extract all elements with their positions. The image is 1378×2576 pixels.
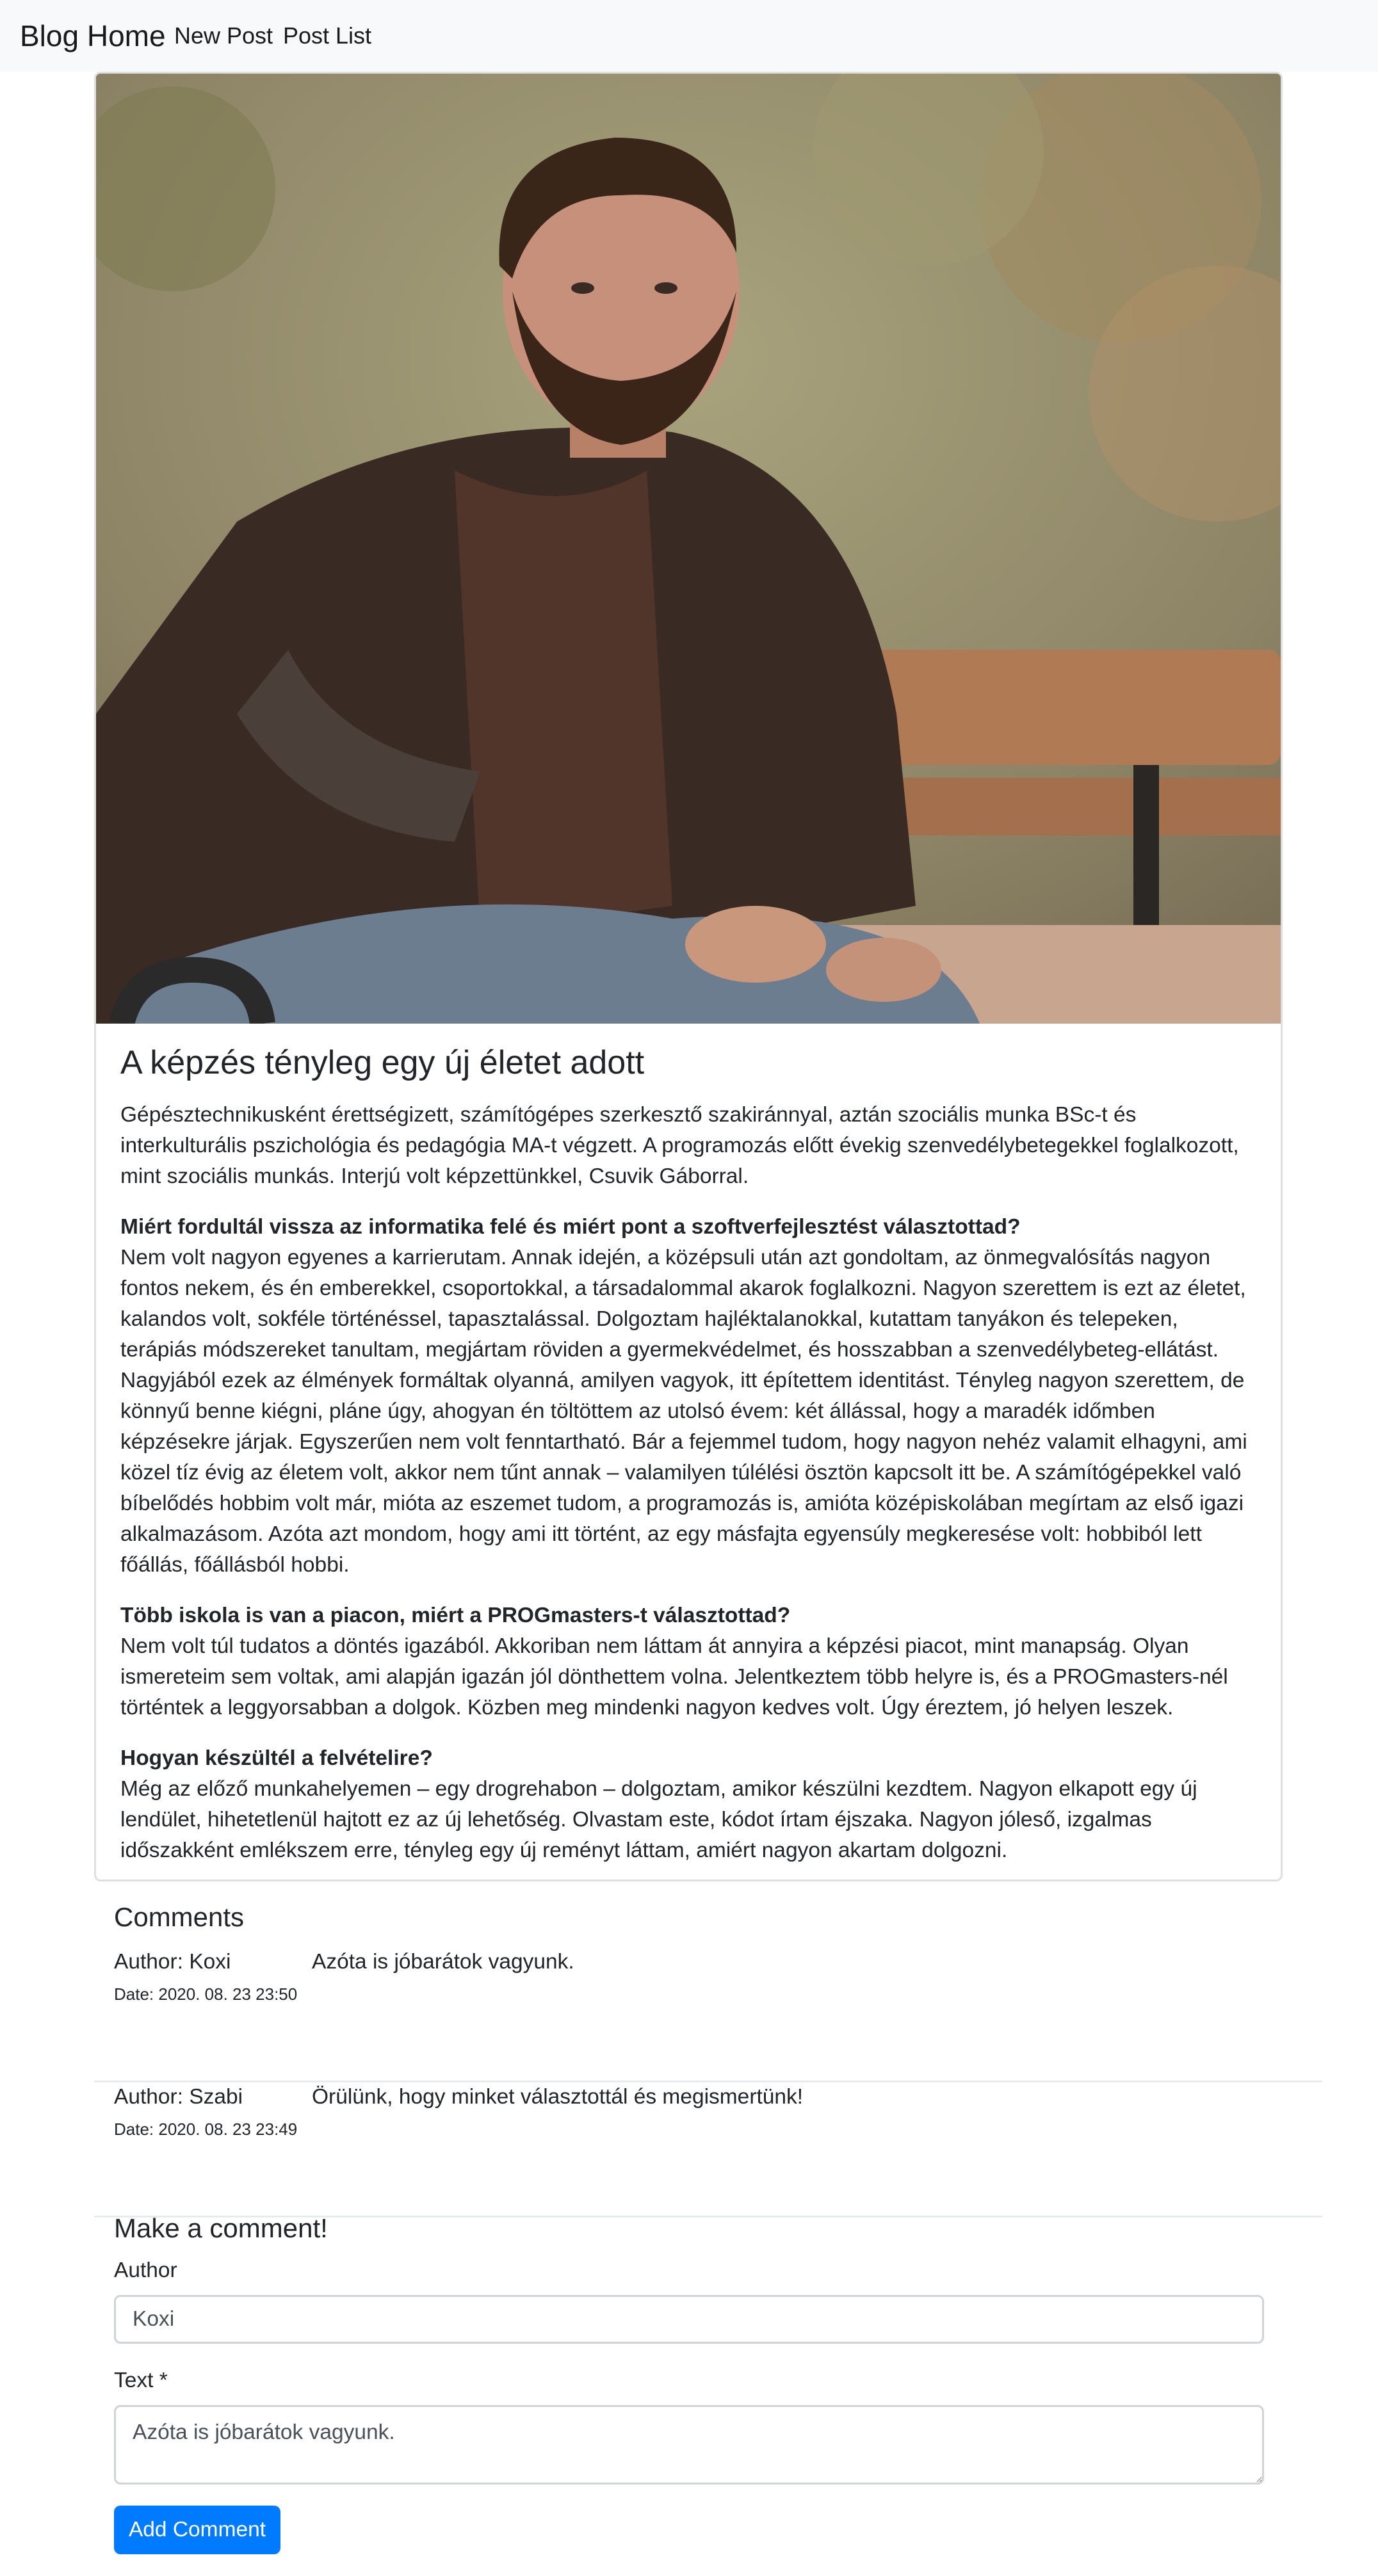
- post-intro: Gépésztechnikusként érettségizett, számí…: [120, 1103, 1239, 1188]
- section-question: Miért fordultál vissza az informatika fe…: [120, 1215, 1021, 1239]
- comment-textarea[interactable]: Azóta is jóbarátok vagyunk.: [114, 2405, 1264, 2484]
- section-answer: Még az előző munkahelyemen – egy drogreh…: [120, 1777, 1197, 1862]
- comment-text: Azóta is jóbarátok vagyunk.: [312, 1950, 574, 1974]
- post-card: A képzés tényleg egy új életet adott Gép…: [94, 72, 1283, 1881]
- section-question: Hogyan készültél a felvételire?: [120, 1746, 433, 1770]
- section-question: Több iskola is van a piacon, miért a PRO…: [120, 1604, 791, 1627]
- comment-author: Author: Koxi: [114, 1950, 231, 1974]
- post-image: [96, 74, 1281, 1024]
- comment-date: Date: 2020. 08. 23 23:49: [114, 2120, 298, 2139]
- nav-post-list[interactable]: Post List: [283, 22, 371, 50]
- comment-author: Author: Szabi: [114, 2085, 243, 2109]
- add-comment-button[interactable]: Add Comment: [114, 2506, 280, 2554]
- comments-title: Comments: [114, 1902, 245, 1932]
- comment-text: Örülünk, hogy minket választottál és meg…: [312, 2085, 804, 2109]
- nav-new-post[interactable]: New Post: [174, 22, 273, 50]
- brand-link[interactable]: Blog Home: [20, 19, 166, 52]
- comment-item: Author: Koxi Date: 2020. 08. 23 23:50 Az…: [94, 1946, 1322, 2082]
- comment-date: Date: 2020. 08. 23 23:50: [114, 1984, 298, 2004]
- text-label: Text *: [114, 2369, 168, 2392]
- post-section: Miért fordultál vissza az informatika fe…: [120, 1212, 1258, 1581]
- form-title: Make a comment!: [114, 2213, 328, 2243]
- post-section: Hogyan készültél a felvételire? Még az e…: [120, 1743, 1258, 1866]
- comment-item: Author: Szabi Date: 2020. 08. 23 23:49 Ö…: [94, 2081, 1322, 2218]
- author-label: Author: [114, 2258, 177, 2282]
- section-answer: Nem volt túl tudatos a döntés igazából. …: [120, 1634, 1228, 1719]
- post-title: A képzés tényleg egy új életet adott: [120, 1044, 645, 1081]
- post-section: Több iskola is van a piacon, miért a PRO…: [120, 1600, 1258, 1723]
- section-answer: Nem volt nagyon egyenes a karrierutam. A…: [120, 1246, 1247, 1577]
- navbar: Blog Home New Post Post List: [0, 0, 1378, 72]
- post-body: A képzés tényleg egy új életet adott Gép…: [120, 1043, 1258, 1880]
- author-input[interactable]: [114, 2295, 1264, 2344]
- post-image-illustration: [96, 74, 1281, 1024]
